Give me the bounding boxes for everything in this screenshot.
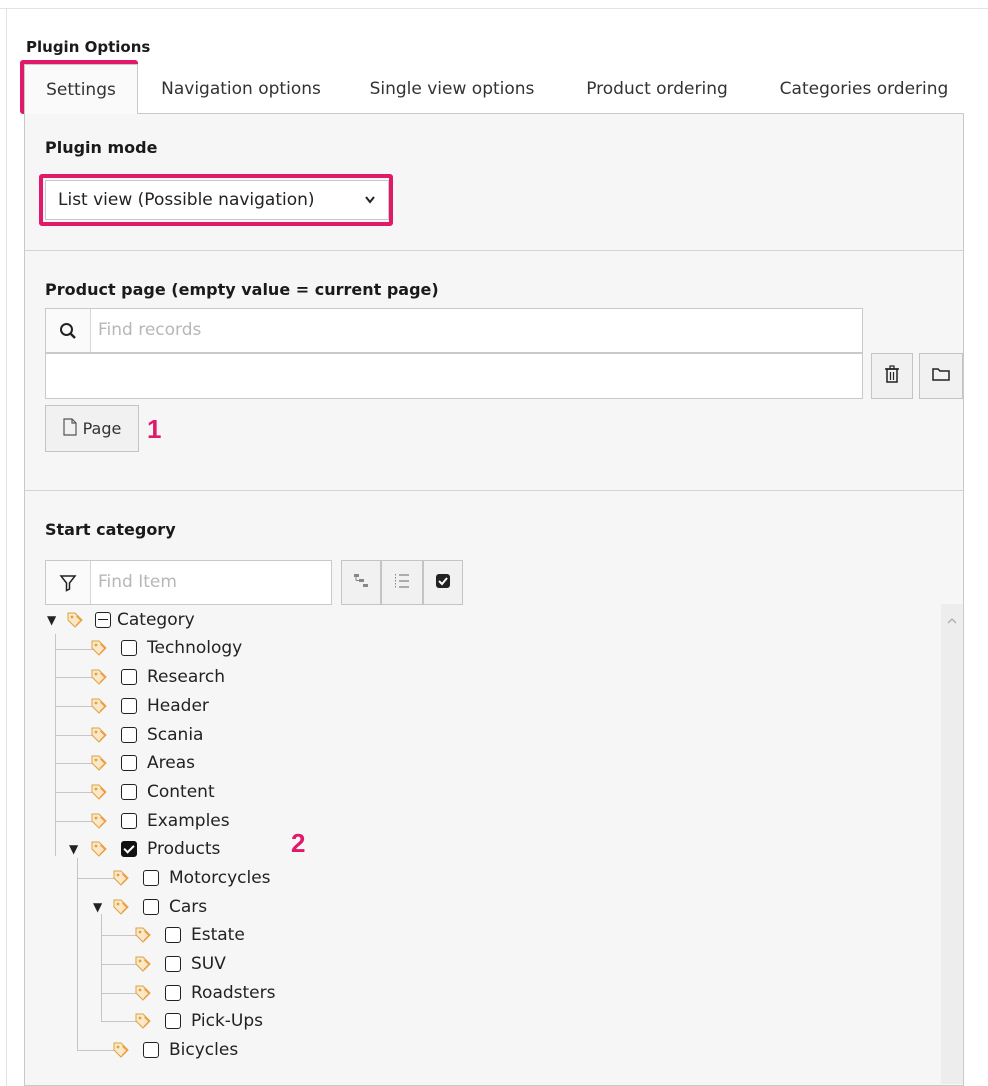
tree-item-label: Header (147, 696, 209, 716)
motorcycles-checkbox[interactable] (143, 870, 159, 886)
annotation-2: 2 (291, 828, 306, 858)
tree-list-icon (394, 573, 410, 593)
section-divider (25, 250, 963, 251)
tag-icon (91, 640, 107, 656)
tree-item-label: Research (147, 667, 225, 687)
tab-single-view-options[interactable]: Single view options (354, 64, 550, 114)
tree-line (77, 858, 78, 1051)
tag-icon (135, 985, 151, 1001)
page-icon (63, 417, 77, 440)
trash-icon (884, 365, 900, 387)
tag-icon (113, 870, 129, 886)
search-icon (46, 309, 91, 352)
delete-button[interactable] (871, 353, 913, 399)
tree-item-label: Examples (147, 811, 230, 831)
start-category-label: Start category (45, 520, 176, 539)
find-records-placeholder: Find records (98, 320, 202, 340)
tree-item-label: Products (147, 839, 221, 859)
tab-categories-ordering[interactable]: Categories ordering (764, 64, 964, 114)
estate-checkbox[interactable] (165, 927, 181, 943)
tab-product-ordering[interactable]: Product ordering (568, 64, 746, 114)
tag-icon (91, 669, 107, 685)
folder-icon (931, 366, 951, 386)
tab-label: Settings (46, 80, 116, 100)
scania-checkbox[interactable] (121, 727, 137, 743)
tab-settings[interactable]: Settings (24, 64, 138, 114)
tree-item-label: Bicycles (169, 1040, 239, 1060)
tag-icon (135, 1013, 151, 1029)
suv-checkbox[interactable] (165, 956, 181, 972)
browse-folder-button[interactable] (919, 353, 963, 399)
tree-item-label: Cars (169, 897, 208, 917)
toggle-check-all-button[interactable] (423, 560, 463, 605)
research-checkbox[interactable] (121, 669, 137, 685)
section-divider (25, 490, 963, 491)
tab-label: Single view options (369, 79, 535, 99)
tag-icon (135, 956, 151, 972)
tag-icon (91, 813, 107, 829)
tag-icon (67, 612, 83, 628)
category-checkbox[interactable] (95, 612, 111, 628)
plugin-options-title: Plugin Options (26, 38, 151, 56)
technology-checkbox[interactable] (121, 640, 137, 656)
plugin-mode-highlight (39, 174, 393, 226)
plugin-mode-label: Plugin mode (45, 138, 158, 157)
tree-item-label: Motorcycles (169, 868, 271, 888)
tab-navigation-options[interactable]: Navigation options (146, 64, 336, 114)
tag-icon (113, 899, 129, 915)
bicycles-checkbox[interactable] (143, 1042, 159, 1058)
settings-panel: Plugin mode List view (Possible navigati… (24, 113, 964, 1086)
tab-bar: Settings Navigation options Single view … (24, 64, 964, 114)
tag-icon (91, 755, 107, 771)
product-page-label: Product page (empty value = current page… (45, 280, 439, 299)
tree-expand-icon (353, 573, 369, 593)
tree-item-label: SUV (191, 954, 226, 974)
tree-item-label: Roadsters (191, 983, 276, 1003)
tab-label: Product ordering (586, 79, 728, 99)
products-checkbox[interactable] (121, 841, 137, 857)
tab-label: Categories ordering (779, 79, 949, 99)
tree-item-label: Category (117, 610, 195, 630)
tree-item-label: Scania (147, 725, 204, 745)
scroll-up-icon[interactable] (946, 610, 958, 630)
tree-line (55, 634, 56, 856)
pick-ups-checkbox[interactable] (165, 1013, 181, 1029)
filter-icon (46, 561, 91, 604)
tag-icon (91, 727, 107, 743)
examples-checkbox[interactable] (121, 813, 137, 829)
tab-label: Navigation options (161, 79, 321, 99)
tree-item-label: Content (147, 782, 215, 802)
roadsters-checkbox[interactable] (165, 985, 181, 1001)
tree-item-label: Areas (147, 753, 195, 773)
find-item-placeholder: Find Item (98, 572, 177, 592)
tree-item-label: Estate (191, 925, 245, 945)
find-item-field[interactable]: Find Item (45, 560, 332, 605)
cars-checkbox[interactable] (143, 899, 159, 915)
tree-item-label: Technology (147, 638, 243, 658)
tree-line (101, 914, 102, 1022)
tree-item-label: Pick-Ups (191, 1011, 264, 1031)
tag-icon (91, 784, 107, 800)
tag-icon (91, 841, 107, 857)
areas-checkbox[interactable] (121, 755, 137, 771)
find-records-field[interactable]: Find records (45, 308, 863, 353)
tag-icon (135, 927, 151, 943)
page-button-label: Page (82, 419, 122, 438)
product-page-value-field[interactable] (45, 353, 863, 399)
expand-toggle-icon[interactable]: ▼ (47, 606, 56, 634)
collapse-all-button[interactable] (381, 560, 423, 605)
header-checkbox[interactable] (121, 698, 137, 714)
left-border (6, 8, 7, 1086)
top-border (0, 8, 988, 9)
expand-toggle-icon[interactable]: ▼ (69, 835, 78, 863)
check-all-icon (435, 573, 451, 593)
content-checkbox[interactable] (121, 784, 137, 800)
tag-icon (91, 698, 107, 714)
tree-scrollbar[interactable] (941, 604, 963, 1084)
annotation-1: 1 (147, 414, 162, 444)
expand-all-button[interactable] (341, 560, 381, 605)
expand-toggle-icon[interactable]: ▼ (93, 893, 102, 921)
tag-icon (113, 1042, 129, 1058)
page-button[interactable]: Page (45, 405, 139, 452)
